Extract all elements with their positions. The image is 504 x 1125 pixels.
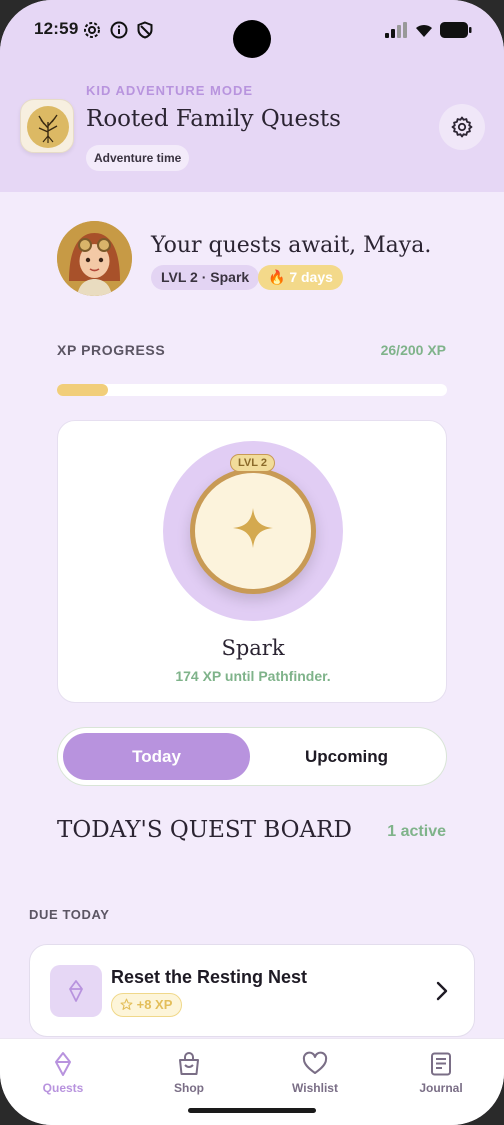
mode-label: KID ADVENTURE MODE (86, 83, 254, 98)
adventure-chip: Adventure time (86, 145, 190, 171)
tab-upcoming[interactable]: Upcoming (253, 733, 440, 780)
greeting: Your quests await, Maya. (151, 233, 432, 258)
settings-status-icon (84, 22, 100, 38)
battery-icon (440, 22, 472, 38)
level-name: Spark (221, 636, 285, 660)
crystal-icon (55, 1052, 71, 1076)
app-logo (20, 99, 74, 153)
quest-xp-value: +8 XP (136, 997, 173, 1012)
avatar (57, 221, 132, 296)
level-card: LVL 2 Spark 174 XP until Pathfinder. (57, 420, 447, 703)
phone-screen: 12:59 KID ADVENTURE MODE Rooted Family Q… (0, 0, 504, 1125)
status-bar: 12:59 (0, 0, 504, 60)
home-indicator (188, 1108, 316, 1113)
shop-bag-icon (179, 1052, 199, 1075)
gear-icon (451, 116, 473, 138)
status-time: 12:59 (34, 19, 79, 38)
level-chip: LVL 2 · Spark (151, 265, 260, 290)
tab-shop-label: Shop (174, 1081, 204, 1095)
tab-quests[interactable]: Quests (0, 1039, 126, 1101)
sparkle-icon (233, 508, 273, 548)
chevron-right-icon (436, 981, 448, 1001)
star-icon (120, 998, 133, 1010)
journal-icon (431, 1052, 451, 1076)
quest-board-title: TODAY'S QUEST BOARD (57, 817, 352, 843)
quest-title: Reset the Resting Nest (111, 967, 308, 987)
info-status-icon (110, 21, 128, 39)
level-badge: LVL 2 (230, 454, 275, 472)
xp-progress-bar (57, 384, 447, 396)
streak-chip: 🔥 7 days (258, 265, 343, 290)
wifi-icon (416, 24, 432, 37)
xp-progress-fill (57, 384, 108, 396)
heart-icon (302, 1051, 328, 1074)
active-count: 1 active (387, 823, 446, 840)
quest-timeframe-toggle: Today Upcoming (57, 727, 447, 786)
tab-wishlist-label: Wishlist (292, 1081, 338, 1095)
quest-icon-tile (50, 965, 102, 1017)
app-title: Rooted Family Quests (86, 106, 341, 132)
tab-quests-label: Quests (42, 1081, 84, 1095)
camera-cutout (233, 20, 271, 58)
tab-wishlist[interactable]: Wishlist (252, 1039, 378, 1101)
tab-shop[interactable]: Shop (126, 1039, 252, 1101)
header-area: 12:59 KID ADVENTURE MODE Rooted Family Q… (0, 0, 504, 192)
xp-progress-value: 26/200 XP (380, 342, 446, 358)
tab-journal[interactable]: Journal (378, 1039, 504, 1101)
settings-button[interactable] (439, 104, 485, 150)
due-today-label: DUE TODAY (29, 907, 110, 922)
shield-status-icon (137, 21, 153, 39)
cellular-signal-icon (385, 22, 407, 38)
crystal-icon (69, 980, 83, 1002)
xp-progress-label: XP PROGRESS (57, 342, 166, 358)
family-tree-logo-icon (27, 106, 69, 148)
quest-xp-badge: +8 XP (111, 993, 183, 1017)
quest-card[interactable]: Reset the Resting Nest +8 XP (29, 944, 475, 1037)
tab-today[interactable]: Today (63, 733, 250, 780)
level-next-info: 174 XP until Pathfinder. (175, 668, 331, 684)
tab-journal-label: Journal (419, 1081, 463, 1095)
